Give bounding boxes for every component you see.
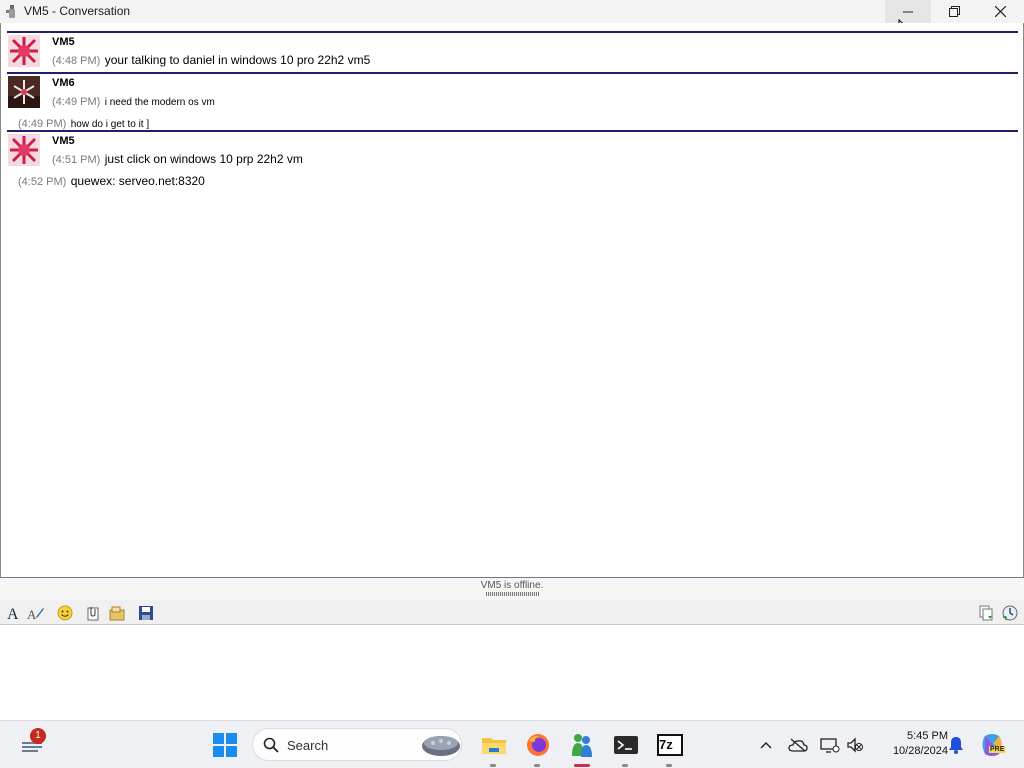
clock-time: 5:45 PM	[907, 730, 948, 742]
message-text: your talking to daniel in windows 10 pro…	[104, 53, 371, 67]
message-timestamp: (4:51 PM)	[52, 154, 101, 166]
running-indicator	[490, 764, 496, 767]
search-highlight-icon	[422, 736, 460, 756]
formatting-toolbar: A A	[0, 600, 1024, 625]
message-timestamp: (4:48 PM)	[52, 55, 101, 67]
sender-name: VM5	[52, 36, 75, 48]
text-style-icon: A	[27, 607, 44, 621]
close-button[interactable]	[977, 0, 1023, 23]
message-text: just click on windows 10 prp 22h2 vm	[104, 152, 303, 166]
send-file-button[interactable]	[84, 604, 102, 622]
messenger-app-icon	[6, 5, 15, 18]
copy-button[interactable]	[977, 604, 995, 622]
message-line: (4:51 PM) just click on windows 10 prp 2…	[52, 150, 303, 168]
window-title: VM5 - Conversation	[24, 4, 131, 18]
resize-grip[interactable]	[486, 592, 540, 596]
firefox-button[interactable]	[522, 729, 554, 767]
sender-name: VM5	[52, 135, 75, 147]
file-explorer-button[interactable]	[478, 729, 510, 767]
file-explorer-icon	[482, 738, 506, 754]
message-text: how do i get to it ]	[70, 119, 150, 130]
7zip-label: 7z	[659, 737, 673, 752]
network-icon	[820, 738, 840, 753]
restore-button[interactable]	[931, 0, 977, 23]
copilot-label: PRE	[989, 746, 1006, 753]
notification-badge: 1	[30, 728, 46, 744]
message-timestamp: (4:49 PM)	[18, 118, 67, 130]
close-icon	[994, 6, 1006, 17]
message-text: quewex: serveo.net:8320	[70, 174, 205, 188]
onedrive-button[interactable]	[782, 729, 814, 761]
terminal-icon	[614, 736, 638, 754]
chevron-up-icon	[760, 742, 772, 749]
message-group: VM5 (4:48 PM) your talking to daniel in …	[7, 31, 1018, 72]
messenger-button[interactable]	[566, 729, 598, 767]
vm5-avatar	[8, 35, 40, 67]
message-timestamp: (4:49 PM)	[52, 96, 101, 108]
font-icon: A	[7, 606, 19, 621]
save-icon	[139, 606, 153, 620]
message-timestamp: (4:52 PM)	[18, 176, 67, 188]
vm6-avatar	[8, 76, 40, 108]
nudge-button[interactable]	[108, 604, 126, 622]
7zip-button[interactable]: 7z	[654, 729, 686, 767]
status-text: VM5 is offline.	[480, 580, 544, 591]
send-file-icon	[87, 607, 99, 621]
vm5-avatar	[8, 134, 40, 166]
active-indicator	[574, 764, 590, 767]
history-icon	[1002, 605, 1018, 621]
copilot-button[interactable]: PRE	[976, 729, 1008, 761]
font-button[interactable]: A	[5, 604, 23, 622]
message-group: VM6 (4:49 PM) i need the modern os vm (4…	[7, 72, 1018, 131]
bell-icon	[949, 737, 963, 754]
emoticon-button[interactable]	[56, 604, 74, 622]
running-indicator	[534, 764, 540, 767]
copilot-icon	[982, 734, 1002, 756]
emoticon-icon	[57, 605, 73, 621]
message-group: VM5 (4:51 PM) just click on windows 10 p…	[7, 130, 1018, 190]
svg-text:A: A	[27, 607, 37, 621]
minimize-icon	[903, 11, 913, 12]
terminal-button[interactable]	[610, 729, 642, 767]
running-indicator	[622, 764, 628, 767]
firefox-icon	[527, 734, 549, 756]
volume-muted-icon	[847, 737, 863, 753]
system-clock[interactable]: 5:45 PM 10/28/2024	[872, 729, 948, 759]
message-line: (4:52 PM) quewex: serveo.net:8320	[18, 172, 205, 190]
nudge-icon	[109, 606, 125, 621]
taskbar-search[interactable]: Search	[252, 728, 462, 761]
running-indicator	[666, 764, 672, 767]
title-bar: VM5 - Conversation	[0, 0, 1024, 39]
show-hidden-icons-button[interactable]	[750, 729, 782, 761]
conversation-history[interactable]: VM5 (4:48 PM) your talking to daniel in …	[0, 23, 1024, 578]
message-line: (4:49 PM) i need the modern os vm	[52, 92, 215, 110]
search-label: Search	[287, 738, 329, 753]
notifications-button[interactable]	[940, 729, 972, 761]
save-button[interactable]	[137, 604, 155, 622]
copy-icon	[979, 605, 993, 621]
volume-button[interactable]	[839, 729, 871, 761]
clock-date: 10/28/2024	[892, 745, 948, 757]
sender-name: VM6	[52, 77, 75, 89]
text-style-button[interactable]: A	[27, 604, 45, 622]
search-icon	[263, 737, 279, 753]
svg-text:A: A	[7, 606, 19, 621]
messenger-icon	[572, 734, 592, 757]
taskbar: 1 Search 7z 5:45 PM 10/28/2024 PRE	[0, 720, 1024, 768]
cloud-offline-icon	[788, 738, 808, 752]
windows-start-icon	[213, 733, 237, 757]
status-bar: VM5 is offline.	[0, 578, 1024, 600]
restore-icon	[948, 6, 960, 17]
message-text: i need the modern os vm	[104, 97, 215, 108]
history-button[interactable]	[1001, 604, 1019, 622]
start-button[interactable]	[209, 729, 241, 761]
message-input[interactable]	[0, 625, 1024, 720]
message-line: (4:48 PM) your talking to daniel in wind…	[52, 51, 370, 69]
